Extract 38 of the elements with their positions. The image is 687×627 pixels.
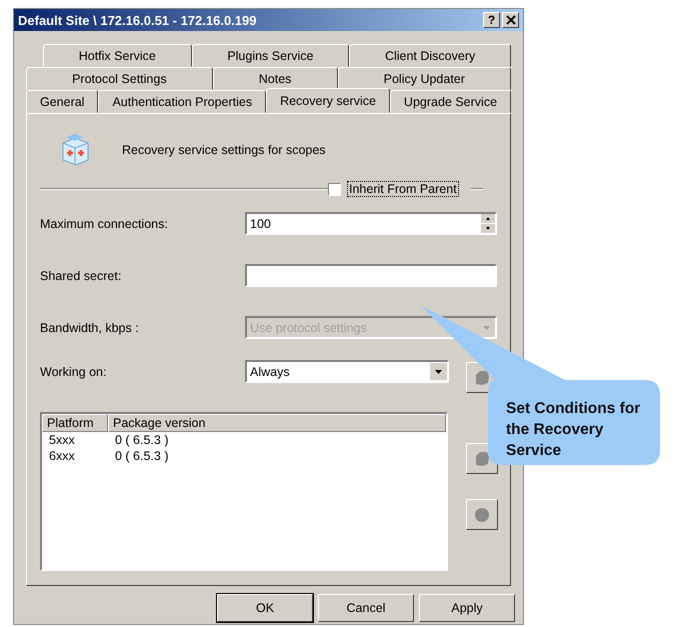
window-title: Default Site \ 172.16.0.51 - 172.16.0.199 [18, 12, 256, 28]
header-text: Recovery service settings for scopes [122, 143, 326, 157]
close-icon [506, 15, 516, 25]
field-label: Bandwidth, kbps : [40, 320, 140, 334]
tab[interactable]: Protocol Settings [26, 67, 213, 90]
dialog-button[interactable]: Apply [419, 594, 515, 622]
column-header[interactable]: Package version [108, 414, 446, 432]
tab[interactable]: Notes [212, 67, 338, 90]
tab[interactable]: Recovery service [266, 88, 390, 113]
column-header[interactable]: Platform [42, 414, 108, 432]
tab[interactable]: Hotfix Service [43, 44, 192, 67]
tab[interactable]: General [26, 90, 98, 113]
tab[interactable]: Policy Updater [338, 67, 512, 90]
dialog-button[interactable]: OK [217, 594, 313, 622]
circle-icon [473, 506, 491, 524]
table-cell-text: 5xxx [48, 433, 76, 447]
field-label: Working on: [40, 364, 108, 378]
field-label: Shared secret: [40, 268, 122, 282]
side-button[interactable] [466, 499, 498, 530]
number-spinner[interactable]: 100 [245, 212, 497, 235]
inherit-label[interactable]: Inherit From Parent [347, 181, 459, 197]
dialog-button[interactable]: Cancel [318, 594, 414, 622]
input-field[interactable] [245, 264, 497, 287]
tab[interactable]: Plugins Service [192, 44, 350, 67]
help-button[interactable]: ? [483, 12, 500, 28]
callout-tooltip-text: Set Conditions for the Recovery Service [506, 399, 641, 461]
close-button[interactable] [502, 12, 519, 28]
field-label: Maximum connections: [40, 216, 169, 230]
table-cell-text: 0 ( 6.5.3 ) [114, 449, 168, 463]
blob-icon [473, 450, 491, 468]
blob-icon [473, 368, 491, 386]
tab[interactable]: Authentication Properties [98, 90, 266, 113]
dropdown[interactable]: Always [245, 360, 449, 383]
inherit-checkbox[interactable] [328, 182, 341, 196]
tab[interactable]: Client Discovery [349, 44, 511, 67]
table-cell-text: 0 ( 6.5.3 ) [114, 433, 168, 447]
tab[interactable]: Upgrade Service [390, 90, 512, 113]
table-cell-text: 6xxx [48, 449, 76, 463]
